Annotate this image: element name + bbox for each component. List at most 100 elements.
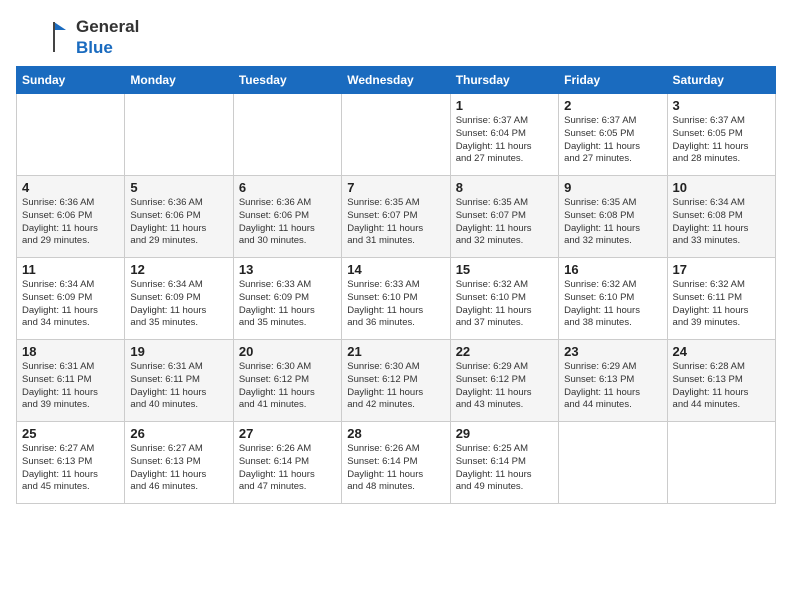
calendar-table: SundayMondayTuesdayWednesdayThursdayFrid…: [16, 66, 776, 504]
calendar-cell: 29Sunrise: 6:25 AM Sunset: 6:14 PM Dayli…: [450, 422, 558, 504]
calendar-cell: [342, 94, 450, 176]
day-info: Sunrise: 6:29 AM Sunset: 6:13 PM Dayligh…: [564, 361, 661, 412]
logo-blue: Blue: [76, 38, 113, 57]
calendar-cell: 2 Sunrise: 6:37 AM Sunset: 6:05 PM Daylig…: [559, 94, 667, 176]
calendar-cell: 28 Sunrise: 6:26 AM Sunset: 6:14 PM Dayli…: [342, 422, 450, 504]
calendar-cell: 9 Sunrise: 6:35 AM Sunset: 6:08 PM Daylig…: [559, 176, 667, 258]
calendar-cell: [125, 94, 233, 176]
weekday-header-tuesday: Tuesday: [233, 67, 341, 94]
week-row-2: 4 Sunrise: 6:36 AM Sunset: 6:06 PM Daylig…: [17, 176, 776, 258]
weekday-header-friday: Friday: [559, 67, 667, 94]
weekday-header-row: SundayMondayTuesdayWednesdayThursdayFrid…: [17, 67, 776, 94]
logo-general: General: [76, 17, 139, 36]
day-info: Sunrise: 6:34 AM Sunset: 6:09 PM Dayligh…: [22, 279, 119, 330]
day-number: 15: [456, 262, 553, 277]
weekday-header-sunday: Sunday: [17, 67, 125, 94]
logo-text: General Blue: [76, 16, 139, 58]
day-number: 6: [239, 180, 336, 195]
day-info: Sunrise: 6:33 AM Sunset: 6:10 PM Dayligh…: [347, 279, 444, 330]
day-info: Sunrise: 6:34 AM Sunset: 6:09 PM Dayligh…: [130, 279, 227, 330]
calendar-cell: 16 Sunrise: 6:32 AM Sunset: 6:10 PM Dayli…: [559, 258, 667, 340]
weekday-header-wednesday: Wednesday: [342, 67, 450, 94]
calendar-cell: 13 Sunrise: 6:33 AM Sunset: 6:09 PM Dayli…: [233, 258, 341, 340]
calendar-cell: 27 Sunrise: 6:26 AM Sunset: 6:14 PM Dayli…: [233, 422, 341, 504]
day-info: Sunrise: 6:37 AM Sunset: 6:04 PM Dayligh…: [456, 115, 553, 166]
week-row-3: 11 Sunrise: 6:34 AM Sunset: 6:09 PM Dayli…: [17, 258, 776, 340]
day-info: Sunrise: 6:27 AM Sunset: 6:13 PM Dayligh…: [130, 443, 227, 494]
day-info: Sunrise: 6:30 AM Sunset: 6:12 PM Dayligh…: [239, 361, 336, 412]
day-info: Sunrise: 6:26 AM Sunset: 6:14 PM Dayligh…: [239, 443, 336, 494]
day-info: Sunrise: 6:32 AM Sunset: 6:10 PM Dayligh…: [564, 279, 661, 330]
calendar-cell: 3Sunrise: 6:37 AM Sunset: 6:05 PM Daylig…: [667, 94, 775, 176]
week-row-5: 25 Sunrise: 6:27 AM Sunset: 6:13 PM Dayli…: [17, 422, 776, 504]
calendar-cell: 24Sunrise: 6:28 AM Sunset: 6:13 PM Dayli…: [667, 340, 775, 422]
calendar-cell: [17, 94, 125, 176]
logo-icon: [16, 20, 76, 55]
day-number: 20: [239, 344, 336, 359]
calendar-cell: 14 Sunrise: 6:33 AM Sunset: 6:10 PM Dayli…: [342, 258, 450, 340]
day-info: Sunrise: 6:35 AM Sunset: 6:08 PM Dayligh…: [564, 197, 661, 248]
week-row-1: 1 Sunrise: 6:37 AM Sunset: 6:04 PM Daylig…: [17, 94, 776, 176]
day-info: Sunrise: 6:34 AM Sunset: 6:08 PM Dayligh…: [673, 197, 770, 248]
day-number: 21: [347, 344, 444, 359]
day-number: 11: [22, 262, 119, 277]
weekday-header-thursday: Thursday: [450, 67, 558, 94]
day-info: Sunrise: 6:35 AM Sunset: 6:07 PM Dayligh…: [456, 197, 553, 248]
day-number: 13: [239, 262, 336, 277]
calendar-cell: 11 Sunrise: 6:34 AM Sunset: 6:09 PM Dayli…: [17, 258, 125, 340]
day-info: Sunrise: 6:30 AM Sunset: 6:12 PM Dayligh…: [347, 361, 444, 412]
calendar-cell: [667, 422, 775, 504]
day-number: 17: [673, 262, 770, 277]
day-number: 1: [456, 98, 553, 113]
logo: General Blue: [16, 16, 139, 58]
day-number: 5: [130, 180, 227, 195]
day-number: 10: [673, 180, 770, 195]
calendar-cell: 10 Sunrise: 6:34 AM Sunset: 6:08 PM Dayli…: [667, 176, 775, 258]
weekday-header-monday: Monday: [125, 67, 233, 94]
day-number: 2: [564, 98, 661, 113]
day-number: 22: [456, 344, 553, 359]
day-number: 12: [130, 262, 227, 277]
day-info: Sunrise: 6:27 AM Sunset: 6:13 PM Dayligh…: [22, 443, 119, 494]
day-info: Sunrise: 6:36 AM Sunset: 6:06 PM Dayligh…: [22, 197, 119, 248]
calendar-cell: 17 Sunrise: 6:32 AM Sunset: 6:11 PM Dayli…: [667, 258, 775, 340]
day-number: 8: [456, 180, 553, 195]
day-number: 14: [347, 262, 444, 277]
calendar-cell: 5 Sunrise: 6:36 AM Sunset: 6:06 PM Daylig…: [125, 176, 233, 258]
weekday-header-saturday: Saturday: [667, 67, 775, 94]
day-number: 23: [564, 344, 661, 359]
day-info: Sunrise: 6:31 AM Sunset: 6:11 PM Dayligh…: [22, 361, 119, 412]
day-number: 4: [22, 180, 119, 195]
calendar-cell: 15Sunrise: 6:32 AM Sunset: 6:10 PM Dayli…: [450, 258, 558, 340]
day-number: 9: [564, 180, 661, 195]
day-info: Sunrise: 6:32 AM Sunset: 6:11 PM Dayligh…: [673, 279, 770, 330]
day-info: Sunrise: 6:36 AM Sunset: 6:06 PM Dayligh…: [130, 197, 227, 248]
day-number: 24: [673, 344, 770, 359]
day-info: Sunrise: 6:31 AM Sunset: 6:11 PM Dayligh…: [130, 361, 227, 412]
day-info: Sunrise: 6:37 AM Sunset: 6:05 PM Dayligh…: [564, 115, 661, 166]
day-number: 28: [347, 426, 444, 441]
day-info: Sunrise: 6:33 AM Sunset: 6:09 PM Dayligh…: [239, 279, 336, 330]
day-info: Sunrise: 6:29 AM Sunset: 6:12 PM Dayligh…: [456, 361, 553, 412]
calendar-cell: 21 Sunrise: 6:30 AM Sunset: 6:12 PM Dayli…: [342, 340, 450, 422]
calendar-cell: 18Sunrise: 6:31 AM Sunset: 6:11 PM Dayli…: [17, 340, 125, 422]
day-number: 7: [347, 180, 444, 195]
day-info: Sunrise: 6:26 AM Sunset: 6:14 PM Dayligh…: [347, 443, 444, 494]
day-number: 27: [239, 426, 336, 441]
calendar-cell: 6Sunrise: 6:36 AM Sunset: 6:06 PM Daylig…: [233, 176, 341, 258]
header: General Blue: [16, 16, 776, 58]
day-info: Sunrise: 6:35 AM Sunset: 6:07 PM Dayligh…: [347, 197, 444, 248]
calendar-cell: 22 Sunrise: 6:29 AM Sunset: 6:12 PM Dayli…: [450, 340, 558, 422]
week-row-4: 18Sunrise: 6:31 AM Sunset: 6:11 PM Dayli…: [17, 340, 776, 422]
day-number: 16: [564, 262, 661, 277]
calendar-cell: [233, 94, 341, 176]
day-number: 3: [673, 98, 770, 113]
calendar-cell: 26Sunrise: 6:27 AM Sunset: 6:13 PM Dayli…: [125, 422, 233, 504]
calendar-cell: [559, 422, 667, 504]
day-info: Sunrise: 6:25 AM Sunset: 6:14 PM Dayligh…: [456, 443, 553, 494]
calendar-cell: 25 Sunrise: 6:27 AM Sunset: 6:13 PM Dayli…: [17, 422, 125, 504]
day-number: 25: [22, 426, 119, 441]
calendar-cell: 4 Sunrise: 6:36 AM Sunset: 6:06 PM Daylig…: [17, 176, 125, 258]
calendar-cell: 8 Sunrise: 6:35 AM Sunset: 6:07 PM Daylig…: [450, 176, 558, 258]
calendar-cell: 1 Sunrise: 6:37 AM Sunset: 6:04 PM Daylig…: [450, 94, 558, 176]
